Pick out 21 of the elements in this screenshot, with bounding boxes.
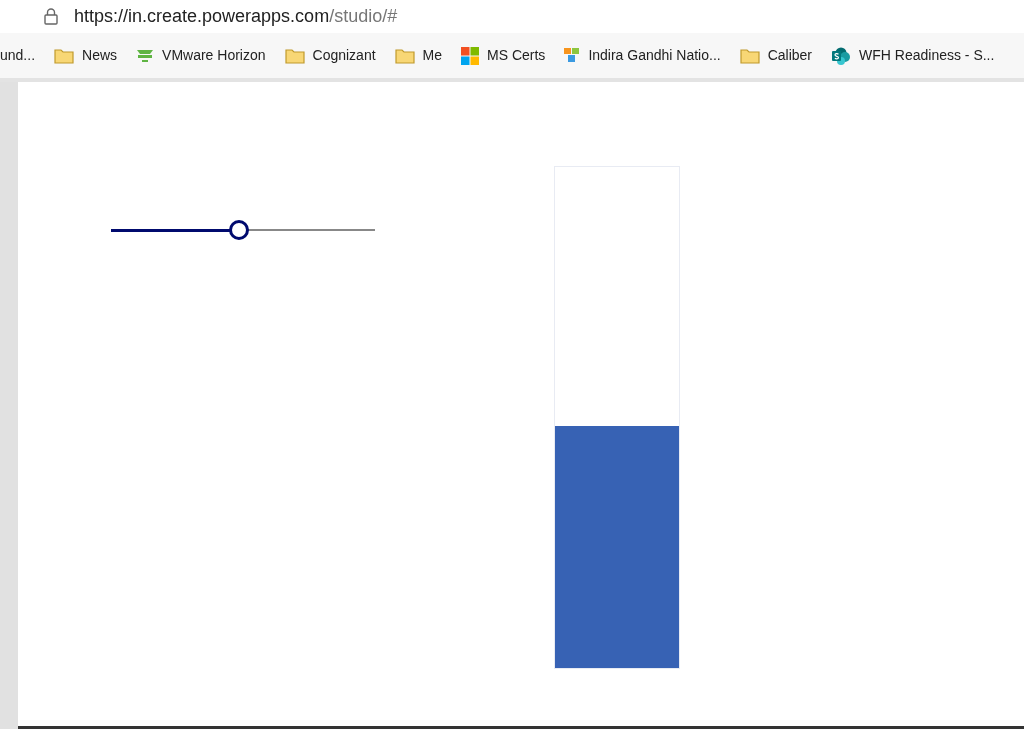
sharepoint-icon [831, 46, 852, 65]
vertical-slider[interactable] [554, 166, 680, 669]
bookmark-item[interactable]: Indira Gandhi Natio... [564, 45, 721, 66]
bookmark-item[interactable]: und... [0, 45, 36, 66]
address-field[interactable]: https://in.create.powerapps.com/studio/# [74, 3, 398, 30]
bookmark-item[interactable]: Caliber [739, 45, 813, 66]
folder-icon [394, 47, 415, 64]
lock-icon [44, 8, 58, 25]
tiles-icon [461, 46, 480, 65]
folder-icon [739, 47, 760, 64]
bookmark-item[interactable]: MS Certs [461, 45, 546, 66]
folder-icon [54, 47, 75, 64]
slider-thumb[interactable] [229, 220, 250, 240]
bookmark-item[interactable]: Me [394, 45, 443, 66]
bookmark-item[interactable]: News [54, 45, 118, 66]
blocks-icon [564, 47, 581, 64]
monitor-icon [136, 47, 155, 64]
folder-icon [284, 47, 305, 64]
bookmark-item[interactable]: VMware Horizon [136, 45, 266, 66]
bookmark-item[interactable]: Cognizant [284, 45, 376, 66]
bookmark-item[interactable]: WFH Readiness - S... [831, 45, 995, 66]
